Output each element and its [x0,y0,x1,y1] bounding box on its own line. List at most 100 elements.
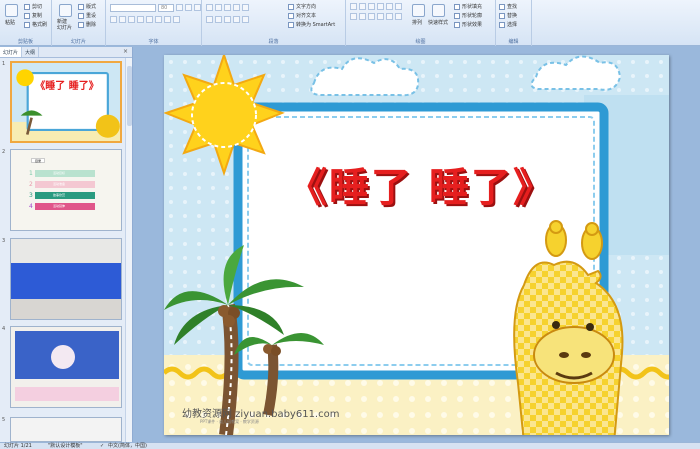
cut-button[interactable]: 剪切 [24,3,42,10]
shadow-icon[interactable] [146,16,153,23]
justify-icon[interactable] [233,16,240,23]
ribbon: 粘贴 剪切 复制 格式刷 剪贴板 新建 幻灯片 版式 重设 删除 幻灯片 80 … [0,0,700,46]
font-grow-shrink[interactable] [176,4,201,11]
spell-check-icon[interactable]: ✓ [100,443,104,449]
thumb-2-item: 1 活动目标 [29,170,95,177]
slide-title[interactable]: 《睡了 睡了》 [256,155,586,213]
slide-thumbnail-4[interactable] [10,326,122,408]
decrease-indent-icon[interactable] [224,4,231,11]
thumbnail-number: 1 [2,61,6,67]
shape-fill-button[interactable]: 形状填充 [454,3,482,10]
paste-icon[interactable] [5,4,18,17]
shape-effects-button[interactable]: 形状效果 [454,21,482,28]
smartart-label: 转换为 SmartArt [296,22,336,28]
arrange-icon[interactable] [412,4,425,17]
heart-shape-icon[interactable] [377,13,384,20]
find-button[interactable]: 查找 [499,3,517,10]
slides-panel: 幻灯片 大纲 × 1 《睡了 睡了》 2 目录 1 活动目标 2 活动准备 3 故事欣… [0,47,133,442]
rect-shape-icon[interactable] [350,3,357,10]
shapes-gallery-2[interactable] [350,13,402,20]
slide-thumbnail-3[interactable] [10,238,122,320]
align-text-button[interactable]: 对齐文本 [288,12,316,19]
align-text-label: 对齐文本 [296,13,317,19]
close-panel-icon[interactable]: × [119,47,132,57]
font-color-icon[interactable] [173,16,180,23]
format-painter-button[interactable]: 格式刷 [24,21,47,28]
quick-styles-button[interactable]: 快速样式 [428,19,448,26]
layout-button[interactable]: 版式 [78,3,96,10]
clear-format-icon[interactable] [194,4,201,11]
find-label: 查找 [507,4,518,10]
star-shape-icon[interactable] [395,3,402,10]
replace-label: 替换 [507,13,518,19]
tab-slides[interactable]: 幻灯片 [0,47,23,57]
cloud-shape-icon[interactable] [386,13,393,20]
spacing-icon[interactable] [155,16,162,23]
curve-shape-icon[interactable] [350,13,357,20]
thumbnail-number: 5 [2,417,6,423]
grow-font-icon[interactable] [176,4,183,11]
panel-scrollbar-thumb[interactable] [127,66,132,126]
panel-scrollbar[interactable] [125,58,132,442]
find-icon [499,3,505,10]
bullets-icon[interactable] [206,4,213,11]
smartart-button[interactable]: 转换为 SmartArt [288,21,335,28]
drawing-group-label: 绘图 [415,39,426,45]
brush-icon [24,21,30,28]
format-painter-label: 格式刷 [32,22,48,28]
callout-shape-icon[interactable] [368,13,375,20]
align-text-icon [288,12,294,19]
line-shape-icon[interactable] [368,3,375,10]
list-row [206,4,249,11]
tab-outline[interactable]: 大纲 [22,47,40,57]
slide-thumbnail-1[interactable]: 《睡了 睡了》 [10,61,122,143]
language-indicator[interactable]: 中文(简体，中国) [108,443,147,449]
align-left-icon[interactable] [206,16,213,23]
shapes-gallery[interactable] [350,3,402,10]
delete-icon [78,21,84,28]
quick-styles-icon[interactable] [432,4,445,17]
align-center-icon[interactable] [215,16,222,23]
italic-icon[interactable] [119,16,126,23]
underline-icon[interactable] [128,16,135,23]
align-right-icon[interactable] [224,16,231,23]
fill-icon [454,3,460,10]
paste-button[interactable]: 粘贴 [5,19,15,26]
reset-button[interactable]: 重设 [78,12,96,19]
brace-shape-icon[interactable] [359,13,366,20]
columns-icon[interactable] [242,16,249,23]
line-spacing-icon[interactable] [242,4,249,11]
font-size-combo[interactable]: 80 [158,4,174,12]
arrange-button[interactable]: 排列 [412,19,422,26]
slide-thumbnail-2[interactable]: 目录 1 活动目标 2 活动准备 3 故事欣赏 4 活动延伸 [10,149,122,231]
delete-label: 删除 [86,22,97,28]
align-row [206,16,249,23]
bold-icon[interactable] [110,16,117,23]
delete-button[interactable]: 删除 [78,21,96,28]
copy-button[interactable]: 复制 [24,12,42,19]
font-name-combo[interactable] [110,4,156,12]
numbering-icon[interactable] [215,4,222,11]
increase-indent-icon[interactable] [233,4,240,11]
text-direction-button[interactable]: 文字方向 [288,3,316,10]
shape-outline-button[interactable]: 形状轮廓 [454,12,482,19]
thumb-2-item-num: 2 [29,181,33,188]
font-style-row [110,16,180,23]
shrink-font-icon[interactable] [185,4,192,11]
case-icon[interactable] [164,16,171,23]
replace-button[interactable]: 替换 [499,12,517,19]
slide-thumbnail-5[interactable] [10,417,122,442]
new-slide-button[interactable]: 新建 幻灯片 [57,19,72,31]
triangle-shape-icon[interactable] [386,3,393,10]
thumbnail-number: 4 [2,326,6,332]
current-slide[interactable]: 《睡了 睡了》 幼教资源网 ziyuan.baby611.com PPT课件 ·… [164,55,669,435]
effects-icon [454,21,460,28]
strike-icon[interactable] [137,16,144,23]
arrow-shape-icon[interactable] [377,3,384,10]
select-button[interactable]: 选择 [499,21,517,28]
oval-shape-icon[interactable] [359,3,366,10]
table-surface [11,299,121,319]
more-shapes-icon[interactable] [395,13,402,20]
thumb-2-item-label: 活动延伸 [53,204,66,208]
new-slide-icon[interactable] [59,4,72,17]
